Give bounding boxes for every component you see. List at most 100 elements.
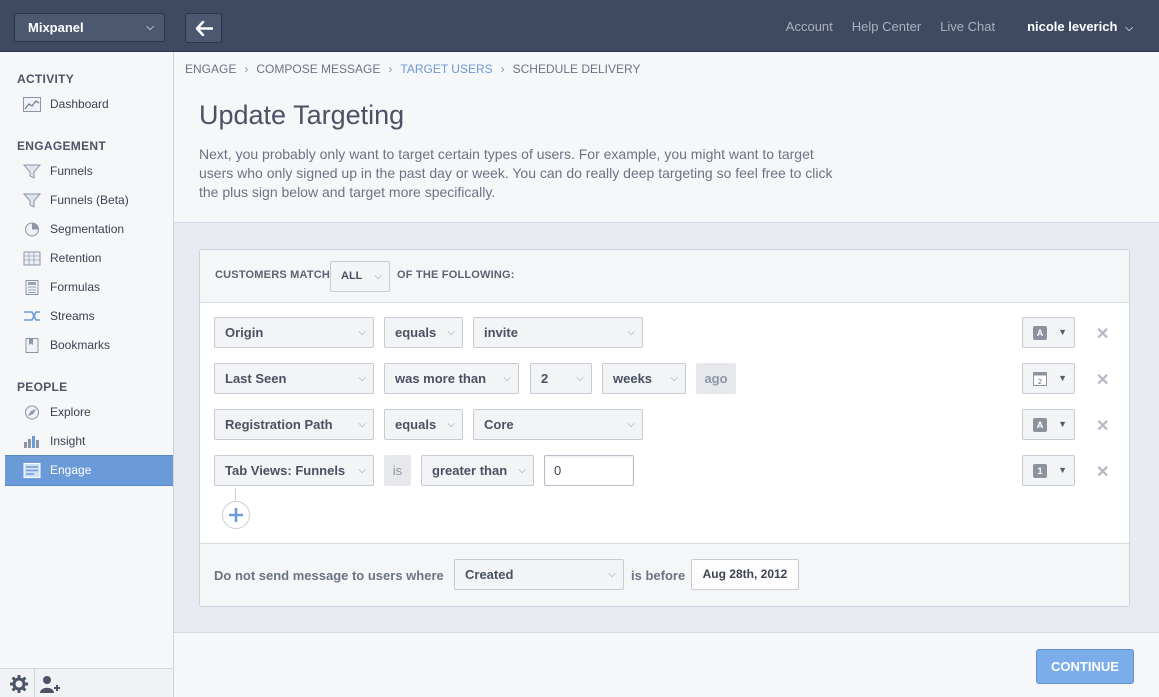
targeting-panel: CUSTOMERS MATCH ALL ⌵ OF THE FOLLOWING: … <box>199 249 1130 607</box>
remove-rule-icon[interactable]: ✕ <box>1096 462 1109 482</box>
user-name: nicole leverich <box>1027 18 1118 34</box>
rule-amount-select[interactable]: 2 ⌵ <box>530 363 592 394</box>
chevron-down-icon: ⌵ <box>358 373 366 384</box>
funnel-icon <box>23 164 41 179</box>
breadcrumb: ENGAGE › COMPOSE MESSAGE › TARGET USERS … <box>185 62 648 76</box>
breadcrumb-schedule-delivery[interactable]: SCHEDULE DELIVERY <box>513 62 641 76</box>
sidebar-item-label: Bookmarks <box>50 338 111 352</box>
app-selector[interactable]: Mixpanel ⌵ <box>14 13 165 42</box>
sidebar-item-label: Insight <box>50 434 86 448</box>
chevron-down-icon: ⌵ <box>447 327 455 338</box>
page-description: Next, you probably only want to target c… <box>199 146 833 200</box>
match-header: CUSTOMERS MATCH ALL ⌵ OF THE FOLLOWING: <box>200 250 1129 303</box>
chevron-down-icon: ⌵ <box>670 373 678 384</box>
match-select[interactable]: ALL ⌵ <box>330 261 390 292</box>
rule-property-select[interactable]: Last Seen ⌵ <box>214 363 374 394</box>
arrow-left-icon <box>195 21 213 36</box>
exclusion-date-button[interactable]: Aug 28th, 2012 <box>691 559 799 590</box>
rule-operator-select[interactable]: greater than ⌵ <box>421 455 534 486</box>
back-button[interactable] <box>185 13 222 43</box>
rule-type-button[interactable]: A ▼ <box>1022 317 1075 348</box>
match-prefix-label: CUSTOMERS MATCH <box>215 269 331 281</box>
chevron-down-icon: ⌵ <box>627 327 635 338</box>
bookmark-icon <box>25 338 39 353</box>
rule-type-button[interactable]: A ▼ <box>1022 409 1075 440</box>
rule-operator-select[interactable]: equals ⌵ <box>384 317 463 348</box>
sidebar-item-funnels-beta[interactable]: Funnels (Beta) <box>5 186 173 215</box>
rule-operator-select[interactable]: equals ⌵ <box>384 409 463 440</box>
rule-property-select[interactable]: Registration Path ⌵ <box>214 409 374 440</box>
breadcrumb-engage[interactable]: ENGAGE <box>185 62 236 76</box>
live-chat-link[interactable]: Live Chat <box>940 19 995 34</box>
sidebar-item-label: Segmentation <box>50 222 125 236</box>
rule-value: invite <box>484 325 518 340</box>
chevron-down-icon: ⌵ <box>447 419 455 430</box>
rule-operator-value: greater than <box>432 463 508 478</box>
chevron-down-icon: ⌵ <box>518 465 526 476</box>
sidebar-item-engage[interactable]: Engage <box>5 455 173 486</box>
caret-down-icon: ▼ <box>1058 465 1067 475</box>
rule-value-input[interactable]: 0 <box>544 455 634 486</box>
string-type-icon: A <box>1033 326 1047 340</box>
sidebar: ACTIVITY Dashboard ENGAGEMENT Funnels Fu… <box>0 52 174 697</box>
add-user-icon[interactable] <box>38 673 60 695</box>
chevron-down-icon: ⌵ <box>627 419 635 430</box>
rule-connector-label: is <box>384 455 411 486</box>
rule-type-button[interactable]: 2 ▼ <box>1022 363 1075 394</box>
rule-property-select[interactable]: Origin ⌵ <box>214 317 374 348</box>
remove-rule-icon[interactable]: ✕ <box>1096 324 1109 344</box>
remove-rule-icon[interactable]: ✕ <box>1096 416 1109 436</box>
add-rule-button[interactable] <box>222 501 250 529</box>
chevron-down-icon: ⌵ <box>1125 22 1133 34</box>
breadcrumb-separator: › <box>500 62 505 76</box>
sidebar-item-label: Explore <box>50 405 91 419</box>
rule-operator-select[interactable]: was more than ⌵ <box>384 363 519 394</box>
breadcrumb-compose-message[interactable]: COMPOSE MESSAGE <box>256 62 380 76</box>
sidebar-item-label: Funnels <box>50 164 93 178</box>
continue-button[interactable]: CONTINUE <box>1036 649 1134 684</box>
rule-type-button[interactable]: 1 ▼ <box>1022 455 1075 486</box>
exclusion-prefix-label: Do not send message to users where <box>214 568 444 583</box>
rule-property-select[interactable]: Tab Views: Funnels ⌵ <box>214 455 374 486</box>
rule-unit-select[interactable]: weeks ⌵ <box>602 363 686 394</box>
chevron-down-icon: ⌵ <box>358 465 366 476</box>
match-suffix-label: OF THE FOLLOWING: <box>397 269 515 281</box>
sidebar-item-label: Formulas <box>50 280 101 294</box>
user-menu[interactable]: nicole leverich ⌵ <box>1027 19 1133 34</box>
sidebar-item-insight[interactable]: Insight <box>5 427 173 456</box>
sidebar-item-formulas[interactable]: Formulas <box>5 273 173 302</box>
footer-bar: CONTINUE <box>174 632 1159 697</box>
exclusion-property-select[interactable]: Created ⌵ <box>454 559 624 590</box>
page-header: ENGAGE › COMPOSE MESSAGE › TARGET USERS … <box>174 52 1159 223</box>
string-type-icon: A <box>1033 418 1047 432</box>
sidebar-item-label: Engage <box>50 463 92 477</box>
page-title: Update Targeting <box>199 100 405 130</box>
gear-icon[interactable] <box>8 673 30 695</box>
chevron-down-icon: ⌵ <box>374 271 382 282</box>
sidebar-item-funnels[interactable]: Funnels <box>5 157 173 186</box>
sidebar-item-dashboard[interactable]: Dashboard <box>5 90 173 119</box>
rule-unit-value: weeks <box>613 371 653 386</box>
sidebar-item-label: Streams <box>50 309 95 323</box>
streams-icon <box>24 311 40 321</box>
sidebar-item-explore[interactable]: Explore <box>5 398 173 427</box>
help-center-link[interactable]: Help Center <box>852 19 921 34</box>
rule-operator-value: was more than <box>395 371 487 386</box>
pie-chart-icon <box>25 222 39 237</box>
account-link[interactable]: Account <box>786 19 833 34</box>
sidebar-item-segmentation[interactable]: Segmentation <box>5 215 173 244</box>
chevron-down-icon: ⌵ <box>608 569 616 580</box>
sidebar-item-label: Retention <box>50 251 102 265</box>
rule-value-select[interactable]: invite ⌵ <box>473 317 643 348</box>
calendar-icon: 2 <box>1033 372 1047 386</box>
sidebar-item-streams[interactable]: Streams <box>5 302 173 331</box>
remove-rule-icon[interactable]: ✕ <box>1096 370 1109 390</box>
sidebar-item-retention[interactable]: Retention <box>5 244 173 273</box>
rule-operator-value: equals <box>395 417 437 432</box>
exclusion-middle-label: is before <box>631 568 686 583</box>
sidebar-item-bookmarks[interactable]: Bookmarks <box>5 331 173 360</box>
breadcrumb-target-users[interactable]: TARGET USERS <box>400 62 492 76</box>
rule-value-select[interactable]: Core ⌵ <box>473 409 643 440</box>
chevron-down-icon: ⌵ <box>576 373 584 384</box>
svg-text:2: 2 <box>1038 379 1042 386</box>
